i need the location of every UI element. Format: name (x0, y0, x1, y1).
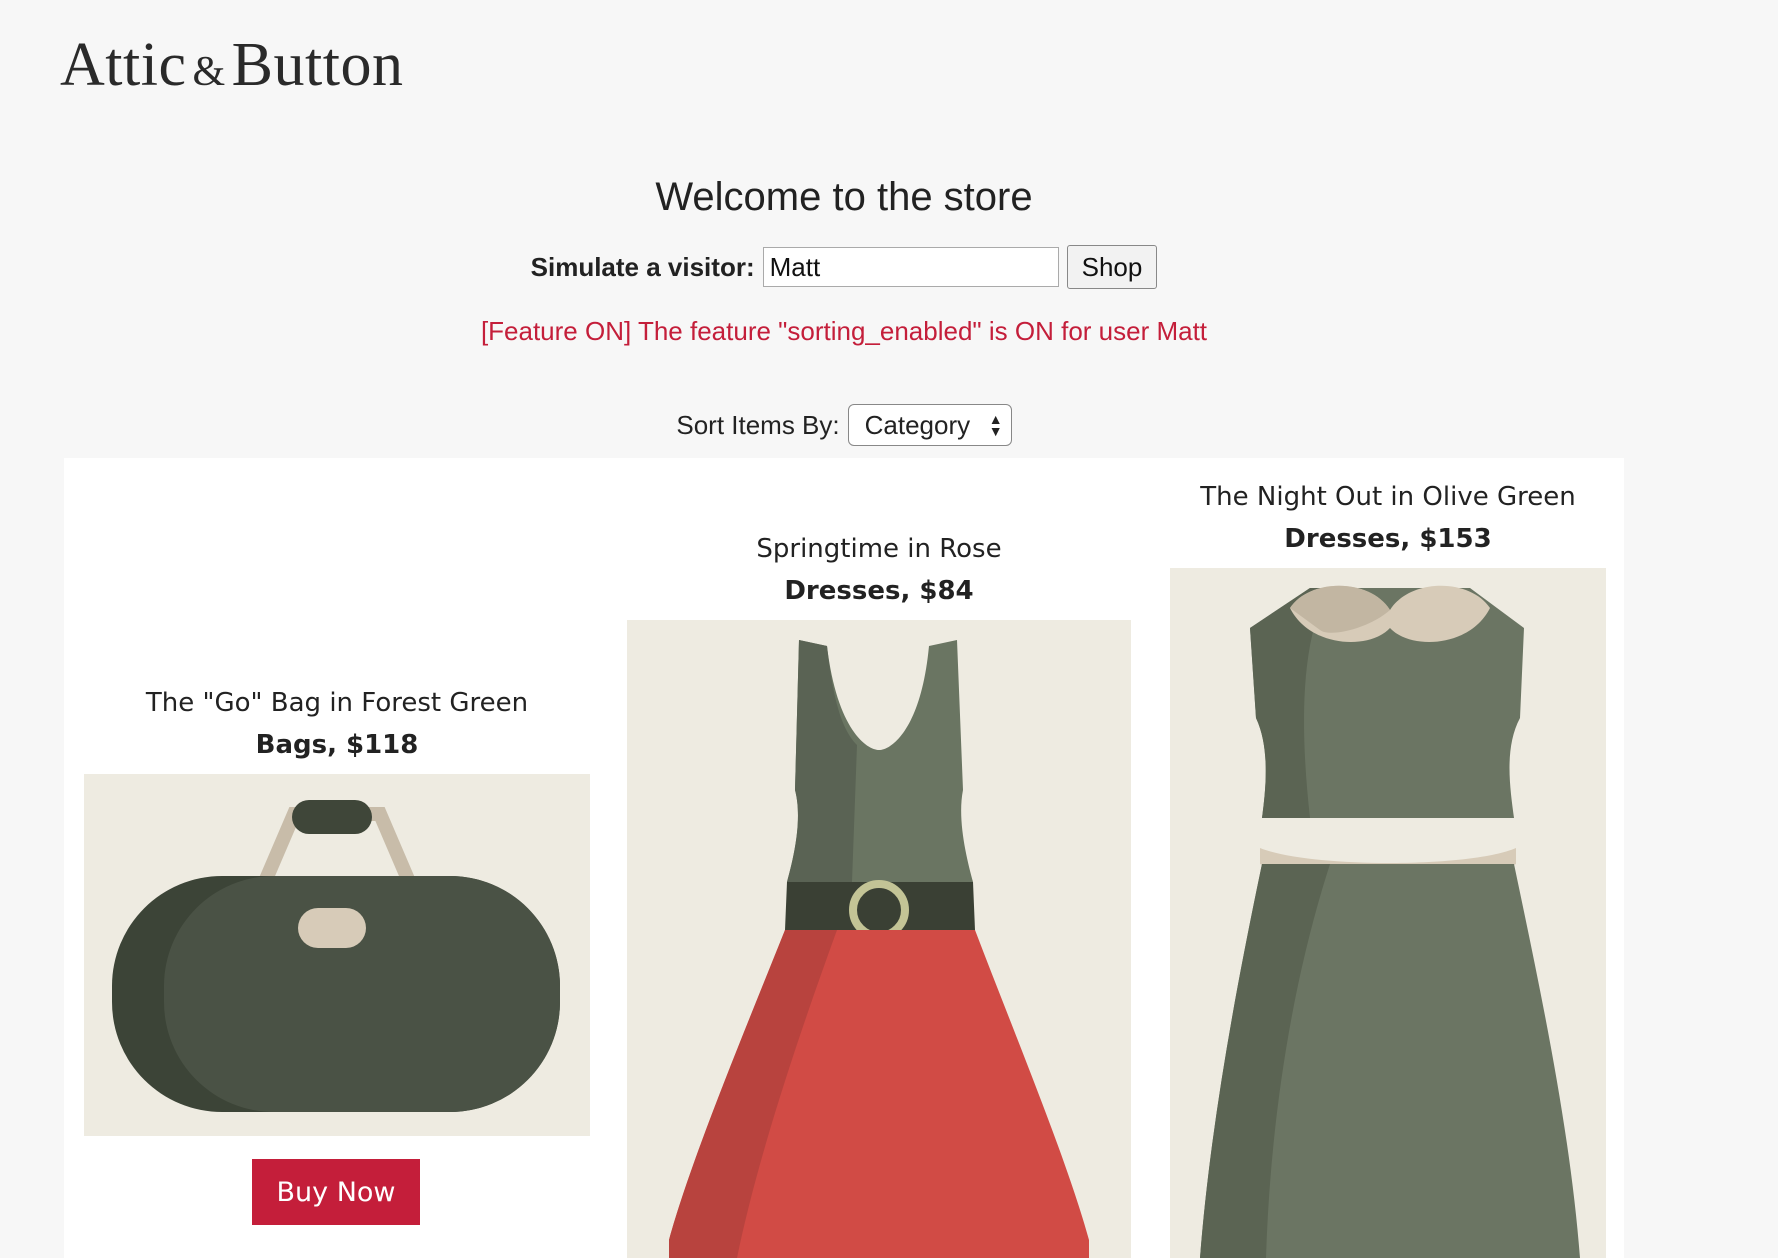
product-card: Springtime in Rose Dresses, $84 (627, 534, 1131, 606)
rose-dress-icon (669, 640, 1089, 1258)
sort-select[interactable]: Category ▲ ▼ (847, 404, 1012, 446)
product-grid: The "Go" Bag in Forest Green Bags, $118 … (64, 458, 1624, 1258)
product-image[interactable] (84, 774, 590, 1136)
product-meta: Dresses, $84 (784, 576, 974, 606)
sort-control: Sort Items By: Category ▲ ▼ (0, 404, 1688, 446)
product-name[interactable]: Springtime in Rose (627, 534, 1131, 564)
product-card: The Night Out in Olive Green Dresses, $1… (1170, 482, 1606, 554)
product-card: The "Go" Bag in Forest Green Bags, $118 (84, 688, 590, 760)
select-arrows-icon: ▲ ▼ (988, 411, 1003, 439)
logo-word-right: Button (231, 31, 404, 99)
visitor-form: Simulate a visitor: Shop (0, 245, 1688, 289)
feature-status-message: [Feature ON] The feature "sorting_enable… (480, 316, 1208, 346)
olive-dress-icon (1200, 585, 1580, 1258)
buy-now-button[interactable]: Buy Now (252, 1159, 420, 1225)
logo-ampersand: & (192, 49, 226, 95)
product-name[interactable]: The Night Out in Olive Green (1170, 482, 1606, 512)
product-meta: Bags, $118 (255, 730, 419, 760)
sort-selected-value: Category (864, 409, 971, 440)
sort-label: Sort Items By: (676, 409, 840, 440)
product-name[interactable]: The "Go" Bag in Forest Green (84, 688, 590, 718)
visitor-input[interactable] (762, 247, 1059, 287)
product-image[interactable] (627, 620, 1131, 1258)
duffel-bag-icon (112, 800, 560, 1112)
logo-word-left: Attic (60, 31, 187, 99)
page-title: Welcome to the store (655, 175, 1033, 219)
visitor-label: Simulate a visitor: (530, 251, 755, 282)
product-meta: Dresses, $153 (1284, 524, 1492, 554)
brand-logo[interactable]: Attic &Button (60, 30, 403, 101)
product-image[interactable] (1170, 568, 1606, 1258)
shop-button[interactable]: Shop (1066, 245, 1158, 289)
